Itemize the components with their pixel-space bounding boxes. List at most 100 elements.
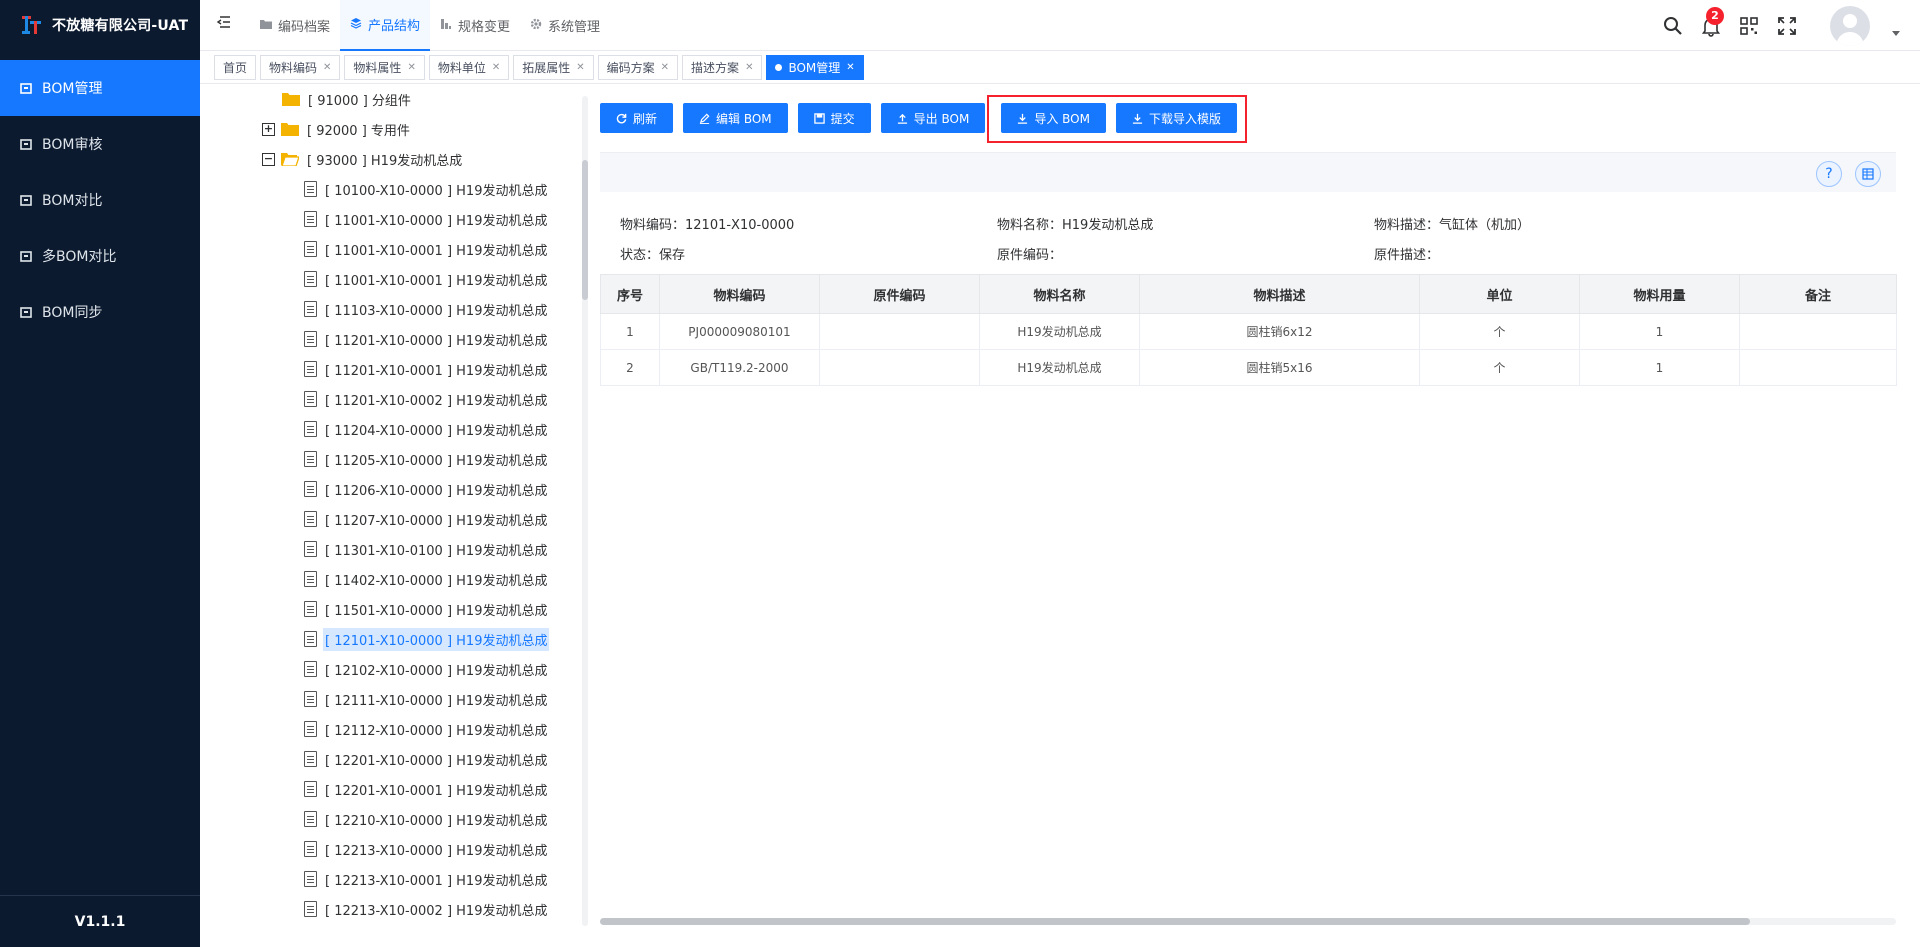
sidebar-item-bom-management[interactable]: BOM管理: [0, 60, 200, 116]
tab-material-code[interactable]: 物料编码 ✕: [260, 54, 341, 80]
tree-leaf-node[interactable]: [ 12210-X10-0000 ] H19发动机总成: [304, 804, 549, 834]
table-horizontal-scrollbar[interactable]: [600, 918, 1896, 925]
tree-leaf-node[interactable]: [ 11201-X10-0001 ] H19发动机总成: [304, 354, 549, 384]
column-header[interactable]: 原件编码: [819, 274, 980, 314]
tree-leaf-node[interactable]: [ 11201-X10-0000 ] H19发动机总成: [304, 324, 549, 354]
tree-leaf-node[interactable]: [ 11402-X10-0000 ] H19发动机总成: [304, 564, 549, 594]
tree-leaf-node[interactable]: [ 11205-X10-0000 ] H19发动机总成: [304, 444, 549, 474]
collapse-menu-icon[interactable]: [216, 14, 232, 30]
tree-leaf-node[interactable]: [ 11001-X10-0001 ] H19发动机总成: [304, 264, 549, 294]
tab-description-scheme[interactable]: 描述方案 ✕: [682, 54, 763, 80]
user-avatar[interactable]: [1830, 5, 1870, 46]
sidebar-item-label: 多BOM对比: [42, 249, 117, 265]
tree-leaf-node[interactable]: [ 11103-X10-0000 ] H19发动机总成: [304, 294, 549, 324]
refresh-button[interactable]: 刷新: [600, 103, 674, 133]
collapse-icon[interactable]: −: [262, 152, 275, 166]
tree-group-node[interactable]: + [ 92000 ] 专用件: [262, 114, 412, 144]
bell-icon[interactable]: 2: [1700, 6, 1724, 37]
tab-coding-scheme[interactable]: 编码方案 ✕: [597, 54, 679, 80]
tree-leaf-node[interactable]: [ 11206-X10-0000 ] H19发动机总成: [304, 474, 549, 504]
sidebar-item-bom-review[interactable]: BOM审核: [0, 116, 200, 172]
submit-button[interactable]: 提交: [797, 103, 871, 133]
status-field: 状态：保存: [620, 244, 685, 263]
help-icon[interactable]: ?: [1816, 161, 1842, 187]
column-header[interactable]: 物料用量: [1579, 274, 1740, 314]
close-icon[interactable]: ✕: [846, 62, 854, 73]
search-icon[interactable]: [1662, 15, 1684, 37]
nav-system-management[interactable]: 系统管理: [520, 0, 610, 51]
column-header[interactable]: 单位: [1419, 274, 1580, 314]
tree-group-node[interactable]: − [ 93000 ] H19发动机总成: [262, 144, 464, 174]
tree-leaf-node[interactable]: [ 11001-X10-0001 ] H19发动机总成: [304, 234, 549, 264]
close-icon[interactable]: ✕: [661, 62, 669, 73]
chevron-down-icon[interactable]: [1892, 31, 1900, 36]
settings-panel-icon[interactable]: [1855, 161, 1881, 187]
close-icon[interactable]: ✕: [407, 62, 415, 73]
tab-material-unit[interactable]: 物料单位 ✕: [428, 54, 510, 80]
table-row[interactable]: 2 GB/T119.2-2000 H19发动机总成 圆柱销5x16 个 1: [600, 349, 1897, 386]
tree-leaf-node[interactable]: [ 11201-X10-0002 ] H19发动机总成: [304, 384, 549, 414]
expand-icon[interactable]: +: [262, 122, 275, 136]
export-bom-button[interactable]: 导出 BOM: [880, 103, 986, 133]
tree-leaf-node[interactable]: [ 12213-X10-0002 ] H19发动机总成: [304, 894, 549, 924]
nav-code-archive[interactable]: 编码档案: [250, 0, 340, 51]
document-icon: [304, 601, 317, 617]
tree-leaf-node[interactable]: [ 11301-X10-0100 ] H19发动机总成: [304, 534, 549, 564]
edit-bom-button[interactable]: 编辑 BOM: [683, 103, 788, 133]
column-header[interactable]: 物料名称: [979, 274, 1140, 314]
tree-leaf-node[interactable]: [ 11001-X10-0000 ] H19发动机总成: [304, 204, 549, 234]
tab-label: 描述方案: [691, 60, 740, 75]
tree-leaf-node[interactable]: [ 11501-X10-0000 ] H19发动机总成: [304, 594, 549, 624]
sidebar-item-bom-compare[interactable]: BOM对比: [0, 172, 200, 228]
qrcode-icon[interactable]: [1738, 15, 1760, 37]
brand[interactable]: 不放糖有限公司-UAT: [0, 0, 200, 50]
fullscreen-icon[interactable]: [1776, 15, 1798, 37]
close-icon[interactable]: ✕: [576, 62, 584, 73]
table-row[interactable]: 1 PJ000009080101 H19发动机总成 圆柱销6x12 个 1: [600, 313, 1897, 350]
tab-home[interactable]: 首页: [214, 54, 257, 80]
tree-leaf-node[interactable]: [ 12201-X10-0000 ] H19发动机总成: [304, 744, 549, 774]
tree-leaf-node[interactable]: [ 12213-X10-0000 ] H19发动机总成: [304, 834, 549, 864]
scrollbar-thumb[interactable]: [600, 918, 1750, 925]
tree-node-label: [ 11204-X10-0000 ] H19发动机总成: [325, 423, 548, 439]
column-header[interactable]: 物料编码: [659, 274, 820, 314]
tree-leaf-node[interactable]: [ 12112-X10-0000 ] H19发动机总成: [304, 714, 549, 744]
active-dot-icon: [775, 63, 783, 71]
tree-leaf-node[interactable]: [ 12213-X10-0001 ] H19发动机总成: [304, 864, 549, 894]
tree-leaf-node[interactable]: [ 10100-X10-0000 ] H19发动机总成: [304, 174, 549, 204]
column-header[interactable]: 物料描述: [1139, 274, 1420, 314]
tree-group-node[interactable]: [ 91000 ] 分组件: [282, 84, 413, 114]
tree-node-label: [ 12111-X10-0000 ] H19发动机总成: [325, 693, 548, 709]
column-header[interactable]: 序号: [600, 274, 660, 314]
document-icon: [304, 661, 317, 677]
close-icon[interactable]: ✕: [323, 62, 331, 73]
tree-leaf-node[interactable]: [ 12102-X10-0000 ] H19发动机总成: [304, 654, 549, 684]
nav-label: 产品结构: [368, 19, 421, 34]
sidebar-item-multi-bom-compare[interactable]: 多BOM对比: [0, 228, 200, 284]
document-icon: [304, 241, 317, 257]
sidebar-item-bom-sync[interactable]: BOM同步: [0, 284, 200, 340]
tree-leaf-node[interactable]: [ 11207-X10-0000 ] H19发动机总成: [304, 504, 549, 534]
tree-scrollbar-thumb[interactable]: [582, 160, 588, 300]
tree-leaf-node[interactable]: [ 12101-X10-0000 ] H19发动机总成: [304, 624, 550, 654]
tab-label: 编码方案: [606, 60, 655, 75]
document-icon: [304, 211, 317, 227]
tab-bom-management[interactable]: BOM管理 ✕: [766, 54, 864, 80]
tree-leaf-node[interactable]: [ 12111-X10-0000 ] H19发动机总成: [304, 684, 549, 714]
tab-material-attr[interactable]: 物料属性 ✕: [344, 54, 425, 80]
tree-leaf-node[interactable]: [ 12201-X10-0001 ] H19发动机总成: [304, 774, 549, 804]
document-icon: [304, 331, 317, 347]
column-header[interactable]: 备注: [1739, 274, 1897, 314]
orig-code-field: 原件编码：: [997, 244, 1062, 263]
close-icon[interactable]: ✕: [745, 62, 753, 73]
top-nav: 编码档案 产品结构 规格变更 系统管理: [250, 0, 610, 51]
table-header-row: 序号 物料编码 原件编码 物料名称 物料描述 单位 物料用量 备注: [600, 274, 1897, 314]
nav-spec-change[interactable]: 规格变更: [430, 0, 520, 51]
top-header: 编码档案 产品结构 规格变更 系统管理 2: [200, 0, 1920, 51]
tree-node-label: [ 11501-X10-0000 ] H19发动机总成: [325, 603, 548, 619]
tree-leaf-node[interactable]: [ 11204-X10-0000 ] H19发动机总成: [304, 414, 549, 444]
tab-extended-attr[interactable]: 拓展属性 ✕: [513, 54, 594, 80]
close-icon[interactable]: ✕: [492, 62, 500, 73]
field-label: 物料描述：: [1374, 218, 1440, 233]
nav-product-structure[interactable]: 产品结构: [340, 0, 431, 51]
